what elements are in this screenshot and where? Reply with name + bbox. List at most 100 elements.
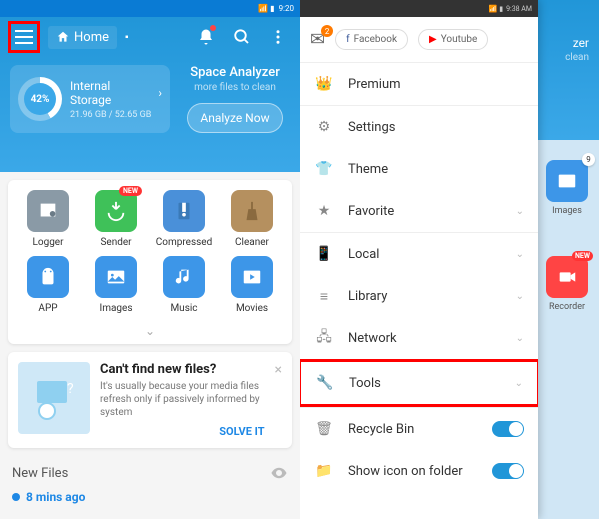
youtube-button[interactable]: ▶ Youtube <box>418 29 488 50</box>
right-screen: zer clean 9 Images NEW Recorder <box>300 0 599 519</box>
info-card-title: Can't find new files? <box>100 362 265 377</box>
category-sender[interactable]: NEW Sender <box>84 190 148 248</box>
storage-usage: 21.96 GB / 52.65 GB <box>70 110 162 120</box>
menu-premium[interactable]: 👑 Premium <box>300 63 538 105</box>
bullet-icon <box>12 493 20 501</box>
close-icon: × <box>275 362 282 378</box>
new-file-time-item[interactable]: 8 mins ago <box>12 490 288 504</box>
logger-icon <box>27 190 69 232</box>
movies-icon <box>231 256 273 298</box>
menu-library[interactable]: ≡ Library ⌄ <box>300 275 538 317</box>
folder-icon-toggle[interactable] <box>492 463 524 479</box>
statusbar-right: 📶 ▮ 9:38 AM <box>300 0 538 17</box>
category-label: Music <box>170 303 197 314</box>
statusbar-left: 📶 ▮ 9:20 <box>0 0 300 17</box>
category-images[interactable]: Images <box>84 256 148 314</box>
phone-icon: 📱 <box>314 244 334 264</box>
category-movies[interactable]: Movies <box>220 256 284 314</box>
category-app[interactable]: APP <box>16 256 80 314</box>
menu-show-icon-on-folder[interactable]: 📁 Show icon on folder <box>300 450 538 492</box>
youtube-label: Youtube <box>441 34 478 45</box>
category-label: Sender <box>100 237 131 248</box>
new-badge: NEW <box>119 186 142 196</box>
menu-label: Settings <box>348 120 524 135</box>
mail-button[interactable]: ✉ 2 <box>310 29 325 50</box>
search-button[interactable] <box>228 23 256 51</box>
home-tab[interactable]: Home <box>48 26 117 49</box>
new-files-section: New Files 8 mins ago <box>0 456 300 512</box>
expand-categories-button[interactable]: ⌄ <box>14 322 286 340</box>
images-icon <box>95 256 137 298</box>
category-label: Compressed <box>156 237 212 248</box>
notification-dot <box>210 25 216 31</box>
category-label: Logger <box>32 237 63 248</box>
status-time: 9:20 <box>279 4 294 13</box>
menu-theme[interactable]: 👕 Theme <box>300 148 538 190</box>
sender-icon <box>95 190 137 232</box>
storage-percent: 42% <box>24 83 56 115</box>
gear-icon: ⚙ <box>314 117 334 137</box>
chevron-right-icon: › <box>158 86 162 100</box>
menu-recycle-bin[interactable]: 🗑 Recycle Bin <box>300 408 538 450</box>
storage-donut-chart: 42% <box>18 77 62 121</box>
category-label: Cleaner <box>235 237 269 248</box>
storage-analyzer-row: 42% Internal Storage › 21.96 GB / 52.65 … <box>0 57 300 141</box>
search-icon <box>233 28 251 46</box>
visibility-toggle[interactable] <box>270 464 288 482</box>
category-compressed[interactable]: Compressed <box>152 190 216 248</box>
recycle-bin-toggle[interactable] <box>492 421 524 437</box>
status-icons: 📶 ▮ <box>489 5 503 13</box>
cleaner-icon <box>231 190 273 232</box>
facebook-button[interactable]: f Facebook <box>335 29 408 50</box>
facebook-icon: f <box>346 34 349 45</box>
facebook-label: Facebook <box>354 34 397 45</box>
new-badge: NEW <box>572 251 593 261</box>
right-peek-items: 9 Images NEW Recorder <box>543 160 591 312</box>
overflow-menu-button[interactable] <box>264 23 292 51</box>
crown-icon: 👑 <box>314 74 334 94</box>
menu-label: Premium <box>348 77 524 92</box>
home-label: Home <box>74 30 109 45</box>
peek-recorder[interactable]: NEW Recorder <box>543 256 591 312</box>
category-music[interactable]: Music <box>152 256 216 314</box>
menu-favorite[interactable]: ★ Favorite ⌄ <box>300 190 538 232</box>
peek-label: Recorder <box>549 302 585 312</box>
status-time: 9:38 AM <box>506 5 532 13</box>
info-illustration: ? <box>18 362 90 434</box>
time-ago-label: 8 mins ago <box>26 490 85 504</box>
menu-settings[interactable]: ⚙ Settings <box>300 106 538 148</box>
star-icon: ★ <box>314 201 334 221</box>
menu-local[interactable]: 📱 Local ⌄ <box>300 233 538 275</box>
folder-gear-icon: 📁 <box>314 461 334 481</box>
category-cleaner[interactable]: Cleaner <box>220 190 284 248</box>
notifications-button[interactable] <box>192 23 220 51</box>
left-screen: 📶 ▮ 9:20 Home ▪ <box>0 0 300 519</box>
menu-network[interactable]: 🖧 Network ⌄ <box>300 317 538 359</box>
category-logger[interactable]: Logger <box>16 190 80 248</box>
solve-it-link[interactable]: SOLVE IT <box>219 425 264 438</box>
new-files-title: New Files <box>12 466 68 481</box>
wrench-icon: 🔧 <box>315 373 335 393</box>
menu-label: Show icon on folder <box>348 464 478 479</box>
category-label: Movies <box>236 303 268 314</box>
music-icon <box>163 256 205 298</box>
compressed-icon <box>163 190 205 232</box>
svg-text:?: ? <box>67 381 74 397</box>
menu-tools[interactable]: 🔧 Tools ⌄ <box>300 359 538 407</box>
navigation-drawer: 📶 ▮ 9:38 AM ✉ 2 f Facebook ▶ Youtube 👑 P… <box>300 0 538 519</box>
youtube-icon: ▶ <box>429 34 437 45</box>
info-close-button[interactable]: × <box>275 362 282 378</box>
recorder-icon: NEW <box>546 256 588 298</box>
app-header: Home ▪ 42% Internal Stora <box>0 17 300 172</box>
app-icon <box>27 256 69 298</box>
peek-images[interactable]: 9 Images <box>543 160 591 216</box>
chevron-down-icon: ⌄ <box>145 324 155 338</box>
menu-label: Library <box>348 289 502 304</box>
analyze-now-button[interactable]: Analyze Now <box>187 103 282 133</box>
peek-label: Images <box>552 206 582 216</box>
storage-title: Internal Storage <box>70 79 154 107</box>
chevron-down-icon: ⌄ <box>516 249 524 260</box>
hamburger-menu-button[interactable] <box>8 21 40 53</box>
internal-storage-card[interactable]: 42% Internal Storage › 21.96 GB / 52.65 … <box>10 65 170 133</box>
menu-label: Tools <box>349 376 501 391</box>
